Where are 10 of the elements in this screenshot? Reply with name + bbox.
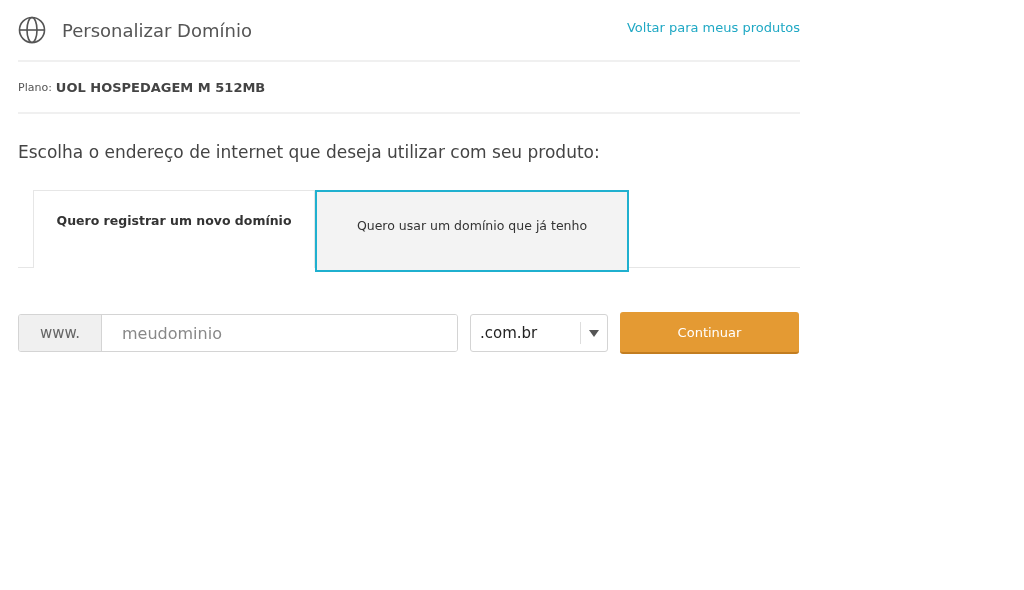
plan-label: Plano:: [18, 80, 52, 94]
page-title: Personalizar Domínio: [62, 19, 253, 41]
extension-select[interactable]: .com.br: [470, 314, 608, 352]
tab[interactable]: Quero registrar um novo domínio: [33, 190, 315, 268]
globe-icon: [18, 16, 46, 44]
tab[interactable]: Quero usar um domínio que já tenho: [315, 190, 629, 272]
caret-icon: [589, 329, 599, 337]
domain-field[interactable]: www. meudominio: [18, 314, 458, 352]
instruction-text: Escolha o endereço de internet que deseja utilizar com seu produto:: [18, 142, 601, 162]
plan-name: UOL HOSPEDAGEM M 512MB: [55, 79, 266, 95]
